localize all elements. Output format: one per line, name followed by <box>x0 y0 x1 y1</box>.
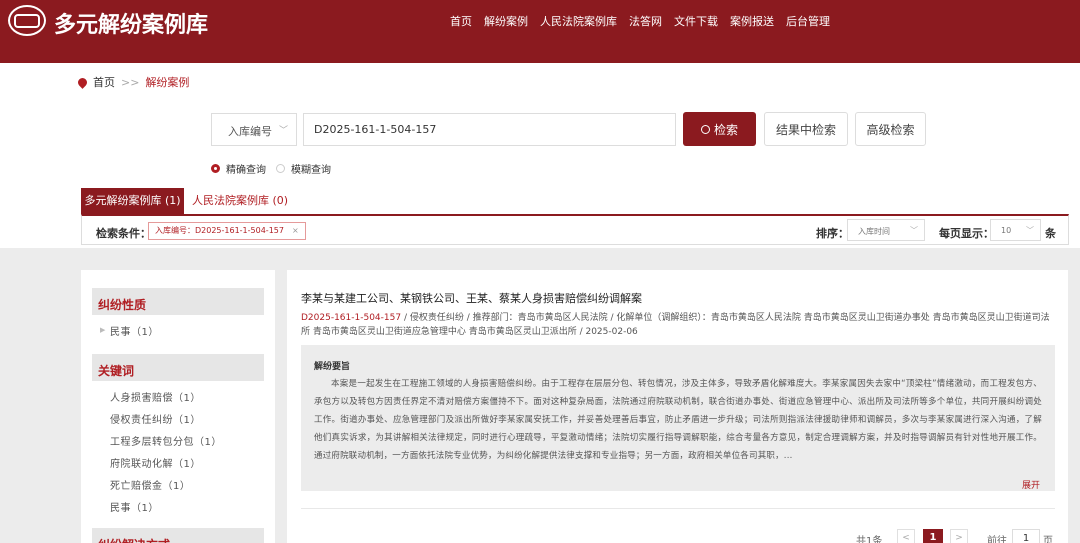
search-field-label: 入库编号 <box>228 125 272 138</box>
sort-select-value: 入库时间 <box>858 227 890 236</box>
nav-legal-qa[interactable]: 法答网 <box>629 13 662 29</box>
facet-heading-resolution-method[interactable]: 纠纷解决方式 <box>92 528 264 543</box>
facet-item-keyword[interactable]: 侵权责任纠纷（1） <box>110 411 201 426</box>
advanced-search-button[interactable]: 高级检索 <box>855 112 926 146</box>
prev-page-button[interactable]: < <box>897 529 915 543</box>
per-page-label: 每页显示： <box>939 227 994 240</box>
divider <box>301 508 1055 509</box>
facet-item-keyword[interactable]: 死亡赔偿金（1） <box>110 477 190 492</box>
site-title[interactable]: 多元解纷案例库 <box>54 7 208 39</box>
case-meta: D2025-161-1-504-157 / 侵权责任纠纷 / 推荐部门：青岛市黄… <box>301 311 1056 339</box>
facet-item-keyword[interactable]: 府院联动化解（1） <box>110 455 201 470</box>
nav-home[interactable]: 首页 <box>450 13 472 29</box>
chevron-down-icon: ﹀ <box>1026 226 1034 235</box>
search-mode-group: 精确查询 模糊查询 <box>211 161 341 176</box>
breadcrumb-separator: >> <box>121 75 140 89</box>
facet-item-keyword[interactable]: 民事（1） <box>110 499 159 514</box>
caret-right-icon: ▶ <box>100 326 106 334</box>
close-icon[interactable]: × <box>292 226 299 235</box>
case-meta-text: / 侵权责任纠纷 / 推荐部门：青岛市黄岛区人民法院 / 化解单位（调解组织）：… <box>301 313 1050 337</box>
site-logo-icon[interactable] <box>8 5 46 36</box>
fuzzy-mode-label[interactable]: 模糊查询 <box>291 161 331 176</box>
search-input[interactable] <box>303 113 676 146</box>
nav-case-submission[interactable]: 案例报送 <box>730 13 774 29</box>
expand-link[interactable]: 展开 <box>1022 478 1040 491</box>
exact-mode-label[interactable]: 精确查询 <box>226 161 266 176</box>
case-code[interactable]: D2025-161-1-504-157 <box>301 313 401 323</box>
condition-tag-text: 入库编号：D2025-161-1-504-157 <box>155 226 284 235</box>
page-button-current[interactable]: 1 <box>923 529 943 543</box>
search-field-select[interactable]: 入库编号 ﹀ <box>211 113 297 146</box>
search-within-results-button[interactable]: 结果中检索 <box>764 112 848 146</box>
breadcrumb-current[interactable]: 解纷案例 <box>145 74 189 90</box>
tab-court-case-library[interactable]: 人民法院案例库 (0) <box>192 188 288 214</box>
search-button-label: 检索 <box>713 122 738 137</box>
chevron-down-icon: ﹀ <box>910 226 918 235</box>
main-nav: 首页 解纷案例 人民法院案例库 法答网 文件下载 案例报送 后台管理 <box>450 13 842 29</box>
search-icon <box>700 124 710 134</box>
summary-text: 本案是一起发生在工程施工领域的人身损害赔偿纠纷。由于工程存在层层分包、转包情况，… <box>314 379 1042 461</box>
facet-item-civil[interactable]: 民事（1） <box>110 323 159 338</box>
facet-item-keyword[interactable]: 人身损害赔偿（1） <box>110 389 201 404</box>
next-page-button[interactable]: > <box>950 529 968 543</box>
chevron-down-icon: ﹀ <box>278 126 288 136</box>
exact-mode-radio[interactable] <box>211 164 220 173</box>
tab-diversified-case-library[interactable]: 多元解纷案例库 (1) <box>81 188 184 214</box>
nav-admin[interactable]: 后台管理 <box>786 13 830 29</box>
breadcrumb-home[interactable]: 首页 <box>93 74 115 90</box>
goto-label: 前往 <box>987 536 1007 543</box>
nav-downloads[interactable]: 文件下载 <box>674 13 718 29</box>
goto-page-input[interactable] <box>1012 529 1040 543</box>
sort-label: 排序： <box>816 227 849 240</box>
facet-item-keyword[interactable]: 工程多层转包分包（1） <box>110 433 222 448</box>
condition-tag: 入库编号：D2025-161-1-504-157 × <box>148 222 306 240</box>
sort-select[interactable]: 入库时间 ﹀ <box>847 219 925 241</box>
fuzzy-mode-radio[interactable] <box>276 164 285 173</box>
facet-heading-dispute-nature[interactable]: 纠纷性质 <box>92 288 264 315</box>
conditions-label: 检索条件： <box>96 227 151 240</box>
search-button[interactable]: 检索 <box>683 112 756 146</box>
breadcrumb: 首页 >> 解纷案例 <box>76 74 189 90</box>
nav-cases[interactable]: 解纷案例 <box>484 13 528 29</box>
total-count: 共1条 <box>856 536 883 543</box>
per-page-unit: 条 <box>1045 227 1056 240</box>
location-pin-icon <box>76 75 89 89</box>
nav-court-case-library[interactable]: 人民法院案例库 <box>540 13 617 29</box>
per-page-value: 10 <box>1001 226 1012 235</box>
summary-heading: 解纷要旨 <box>314 362 351 372</box>
facet-heading-keywords[interactable]: 关键词 <box>92 354 264 381</box>
case-title-link[interactable]: 李某与某建工公司、某钢铁公司、王某、蔡某人身损害赔偿纠纷调解案 <box>301 290 642 306</box>
per-page-select[interactable]: 10 ﹀ <box>990 219 1041 241</box>
goto-unit: 页 <box>1043 536 1053 543</box>
